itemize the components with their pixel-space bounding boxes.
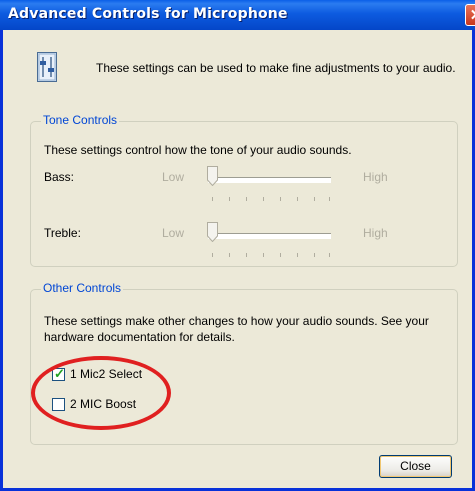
bass-tick [212, 197, 213, 201]
tone-controls-group: Tone Controls These settings control how… [30, 113, 458, 267]
treble-label: Treble: [44, 226, 81, 240]
treble-slider-thumb[interactable] [207, 222, 218, 242]
treble-low-label: Low [162, 226, 185, 240]
treble-tick [329, 253, 330, 257]
bass-low-label: Low [162, 170, 185, 184]
close-button[interactable]: Close [379, 455, 452, 478]
close-window-icon[interactable]: ✕ [465, 4, 475, 26]
treble-tick [297, 253, 298, 257]
info-text: These settings can be used to make fine … [96, 61, 456, 75]
mic-boost-checkbox[interactable] [52, 398, 65, 411]
other-controls-group: Other Controls These settings make other… [30, 281, 458, 445]
bass-tick [263, 197, 264, 201]
other-controls-label: Other Controls [41, 281, 124, 295]
bass-slider-track[interactable] [208, 177, 331, 182]
bass-slider-thumb[interactable] [207, 166, 218, 186]
bass-label: Bass: [44, 170, 75, 184]
treble-tick [280, 253, 281, 257]
title-bar[interactable]: Advanced Controls for Microphone ✕ [0, 0, 475, 30]
advanced-controls-dialog: Advanced Controls for Microphone ✕ These… [0, 0, 475, 491]
treble-slider-track[interactable] [208, 233, 331, 238]
mic-boost-label[interactable]: 2 MIC Boost [70, 397, 136, 411]
tone-controls-description: These settings control how the tone of y… [44, 143, 352, 157]
mic2-select-checkbox[interactable]: ✓ [52, 366, 65, 381]
window-title: Advanced Controls for Microphone [8, 6, 288, 22]
other-controls-description: These settings make other changes to how… [44, 314, 429, 344]
bass-tick [329, 197, 330, 201]
treble-tick [263, 253, 264, 257]
bass-high-label: High [363, 170, 388, 184]
tone-controls-label: Tone Controls [41, 113, 120, 127]
bass-tick [314, 197, 315, 201]
treble-tick [212, 253, 213, 257]
mic2-select-label[interactable]: 1 Mic2 Select [70, 367, 142, 381]
treble-high-label: High [363, 226, 388, 240]
treble-tick [246, 253, 247, 257]
treble-tick [314, 253, 315, 257]
checkmark-icon: ✓ [54, 366, 65, 381]
bass-tick [229, 197, 230, 201]
treble-tick [229, 253, 230, 257]
bass-tick [280, 197, 281, 201]
bass-tick [246, 197, 247, 201]
settings-sliders-icon [37, 52, 57, 82]
bass-tick [297, 197, 298, 201]
